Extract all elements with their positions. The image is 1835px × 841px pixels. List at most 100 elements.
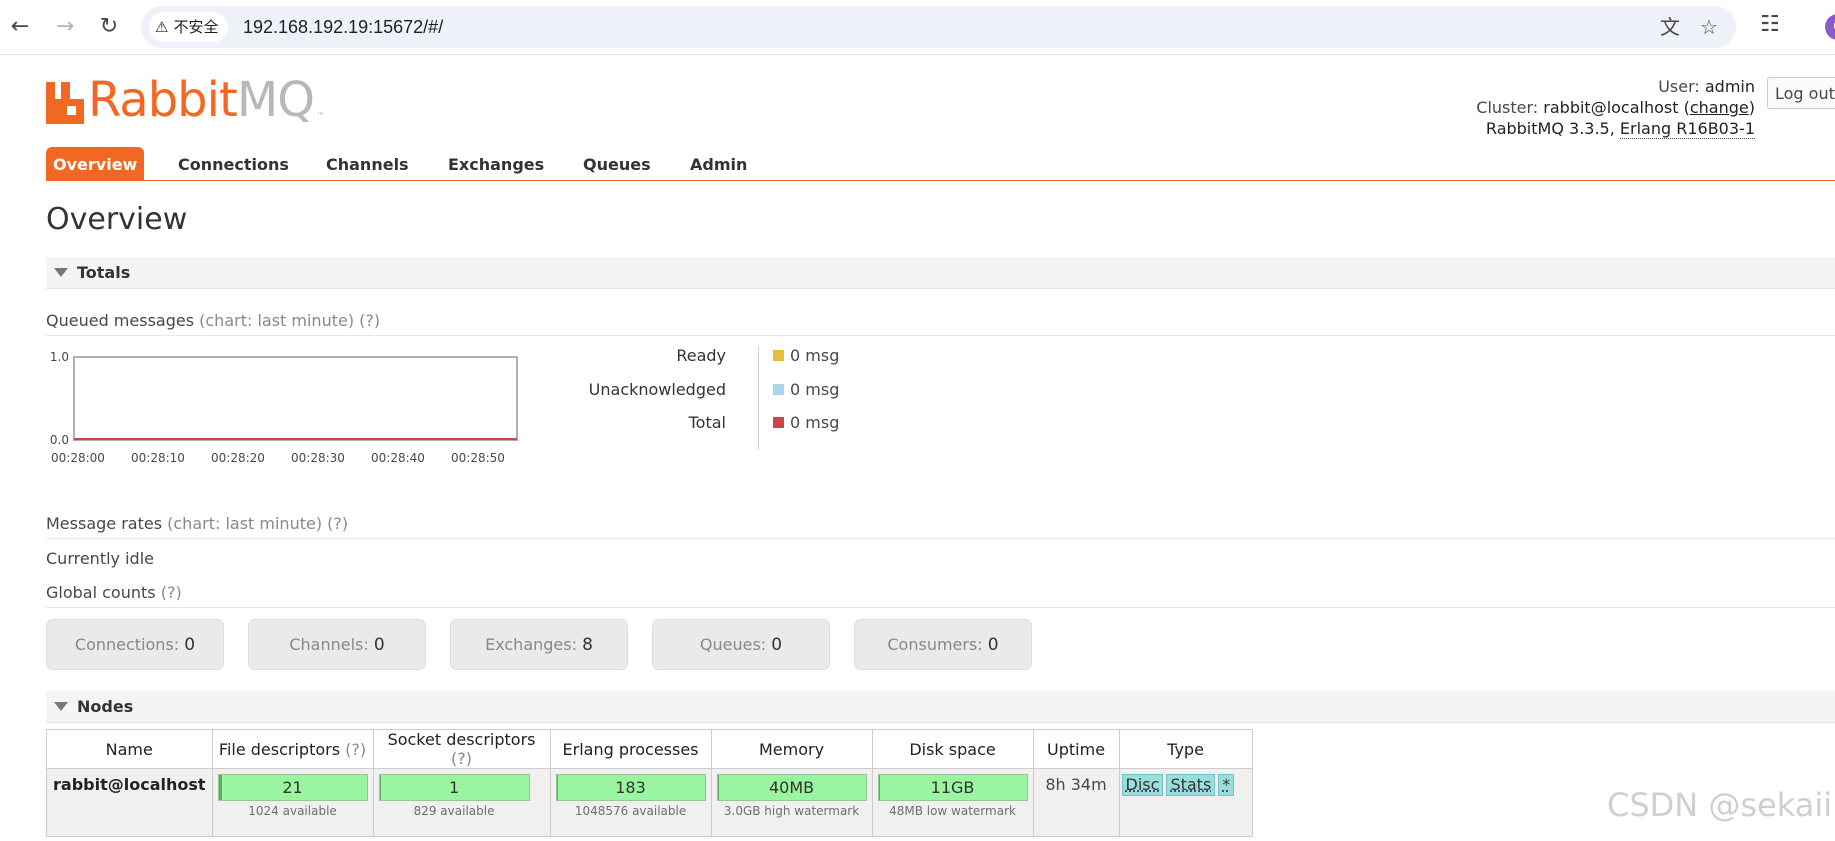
socket-desc-available: 829 available bbox=[374, 804, 535, 818]
queued-legend: Ready 0 msg Unacknowledged 0 msg Total 0… bbox=[560, 346, 940, 450]
gauge-fill bbox=[879, 775, 880, 800]
rates-title: Message rates bbox=[46, 514, 162, 533]
collapse-triangle-icon bbox=[54, 268, 68, 277]
rates-chart-range-link[interactable]: (chart: last minute) bbox=[167, 514, 322, 533]
erlang-proc-cell: 183 1048576 available bbox=[550, 769, 711, 837]
count-consumers[interactable]: Consumers: 0 bbox=[854, 619, 1032, 670]
count-connections[interactable]: Connections: 0 bbox=[46, 619, 224, 670]
tab-channels[interactable]: Channels bbox=[326, 147, 409, 180]
col-disk-space: Disk space bbox=[872, 730, 1033, 769]
count-label: Exchanges: bbox=[485, 635, 577, 654]
memory-watermark: 3.0GB high watermark bbox=[712, 804, 872, 818]
security-label: 不安全 bbox=[173, 12, 218, 42]
count-label: Channels: bbox=[289, 635, 368, 654]
url-text[interactable]: 192.168.192.19:15672/#/ bbox=[243, 6, 443, 48]
gauge-fill bbox=[219, 775, 222, 800]
memory-cell: 40MB 3.0GB high watermark bbox=[711, 769, 872, 837]
legend-total-value: 0 msg bbox=[790, 413, 839, 432]
reload-icon[interactable]: ↻ bbox=[94, 12, 124, 42]
node-name-link[interactable]: rabbit@localhost bbox=[47, 769, 213, 837]
x-tick-label: 00:28:00 bbox=[51, 451, 105, 465]
currently-idle-text: Currently idle bbox=[46, 549, 154, 568]
user-info: User: admin Cluster: rabbit@localhost (c… bbox=[1476, 76, 1755, 139]
browser-toolbar: ← → ↻ ⚠ 不安全 192.168.192.19:15672/#/ 文 ☆ … bbox=[0, 0, 1835, 55]
message-rates-heading: Message rates (chart: last minute) (?) bbox=[46, 514, 1835, 539]
x-tick-label: 00:28:10 bbox=[131, 451, 185, 465]
rabbitmq-logo: Rabbit MQ ™ bbox=[46, 74, 325, 124]
security-chip[interactable]: ⚠ 不安全 bbox=[149, 12, 228, 42]
socket-desc-help-link[interactable]: (?) bbox=[451, 749, 472, 768]
legend-ready-label: Ready bbox=[676, 346, 726, 365]
col-uptime: Uptime bbox=[1033, 730, 1119, 769]
bookmark-star-icon[interactable]: ☆ bbox=[1696, 14, 1722, 40]
global-help-link[interactable]: (?) bbox=[161, 583, 182, 602]
queued-messages-chart: 1.0 0.0 00:28:00 00:28:10 00:28:20 00:28:30 00… bbox=[44, 350, 534, 475]
tab-exchanges[interactable]: Exchanges bbox=[448, 147, 544, 180]
erlang-proc-available: 1048576 available bbox=[551, 804, 711, 818]
type-tag-disc[interactable]: Disc bbox=[1122, 774, 1164, 796]
disk-gauge: 11GB bbox=[878, 774, 1028, 801]
socket-desc-gauge: 1 bbox=[379, 774, 530, 801]
type-tag-stats[interactable]: Stats bbox=[1166, 774, 1215, 796]
profile-avatar[interactable]: C bbox=[1825, 14, 1835, 40]
logout-button[interactable]: Log out bbox=[1767, 77, 1835, 109]
erlang-version: Erlang R16B03-1 bbox=[1620, 119, 1755, 139]
gauge-fill bbox=[718, 775, 720, 800]
legend-ready-swatch bbox=[773, 350, 784, 361]
back-icon[interactable]: ← bbox=[5, 12, 35, 42]
x-tick-label: 00:28:50 bbox=[451, 451, 505, 465]
y-tick-label: 1.0 bbox=[50, 350, 69, 364]
x-tick-label: 00:28:40 bbox=[371, 451, 425, 465]
gauge-value: 21 bbox=[282, 778, 302, 797]
col-memory: Memory bbox=[711, 730, 872, 769]
gauge-value: 40MB bbox=[769, 778, 814, 797]
socket-desc-cell: 1 829 available bbox=[373, 769, 550, 837]
queued-help-link[interactable]: (?) bbox=[359, 311, 380, 330]
warning-icon: ⚠ bbox=[155, 12, 168, 42]
tab-admin[interactable]: Admin bbox=[690, 147, 747, 180]
count-label: Queues: bbox=[700, 635, 766, 654]
address-bar[interactable]: ⚠ 不安全 192.168.192.19:15672/#/ 文 ☆ bbox=[141, 6, 1736, 48]
tab-connections[interactable]: Connections bbox=[178, 147, 289, 180]
legend-total: Total 0 msg bbox=[560, 413, 940, 433]
logo-rabbit-text: Rabbit bbox=[88, 76, 237, 124]
watermark-text: CSDN @sekaii bbox=[1607, 786, 1832, 824]
count-exchanges[interactable]: Exchanges: 8 bbox=[450, 619, 628, 670]
count-channels[interactable]: Channels: 0 bbox=[248, 619, 426, 670]
gauge-fill bbox=[557, 775, 558, 800]
table-row: rabbit@localhost 21 1024 available 1 829… bbox=[47, 769, 1253, 837]
logo-mq-text: MQ bbox=[237, 76, 314, 124]
file-desc-help-link[interactable]: (?) bbox=[345, 740, 366, 759]
type-tag-current[interactable]: * bbox=[1218, 774, 1234, 796]
forward-icon[interactable]: → bbox=[50, 12, 80, 42]
file-desc-gauge: 21 bbox=[218, 774, 368, 801]
legend-ready: Ready 0 msg bbox=[560, 346, 940, 366]
x-tick-label: 00:28:20 bbox=[211, 451, 265, 465]
memory-gauge: 40MB bbox=[717, 774, 867, 801]
count-value: 0 bbox=[374, 635, 385, 655]
table-header-row: Name File descriptors (?) Socket descrip… bbox=[47, 730, 1253, 769]
col-file-descriptors: File descriptors (?) bbox=[212, 730, 373, 769]
nodes-table: Name File descriptors (?) Socket descrip… bbox=[46, 729, 1253, 837]
gauge-value: 1 bbox=[449, 778, 459, 797]
change-cluster-link[interactable]: change bbox=[1690, 98, 1749, 117]
tab-queues[interactable]: Queues bbox=[583, 147, 651, 180]
global-title: Global counts bbox=[46, 583, 156, 602]
user-label: User: bbox=[1658, 77, 1700, 96]
legend-unacked-swatch bbox=[773, 384, 784, 395]
nodes-section-toggle[interactable]: Nodes bbox=[46, 691, 1835, 723]
tab-overview[interactable]: Overview bbox=[46, 147, 144, 180]
col-socket-descriptors: Socket descriptors (?) bbox=[373, 730, 550, 769]
translate-icon[interactable]: 文 bbox=[1657, 14, 1683, 40]
totals-section-toggle[interactable]: Totals bbox=[46, 257, 1835, 289]
nodes-title: Nodes bbox=[77, 691, 133, 722]
extensions-icon[interactable]: ☷ bbox=[1760, 12, 1780, 37]
cluster-label: Cluster: bbox=[1476, 98, 1538, 117]
count-queues[interactable]: Queues: 0 bbox=[652, 619, 830, 670]
main-tabs: Overview Connections Channels Exchanges … bbox=[46, 147, 1835, 181]
type-cell: Disc Stats * bbox=[1119, 769, 1252, 837]
col-name: Name bbox=[47, 730, 213, 769]
logo-trademark: ™ bbox=[316, 112, 325, 122]
rates-help-link[interactable]: (?) bbox=[327, 514, 348, 533]
queued-chart-range-link[interactable]: (chart: last minute) bbox=[199, 311, 354, 330]
